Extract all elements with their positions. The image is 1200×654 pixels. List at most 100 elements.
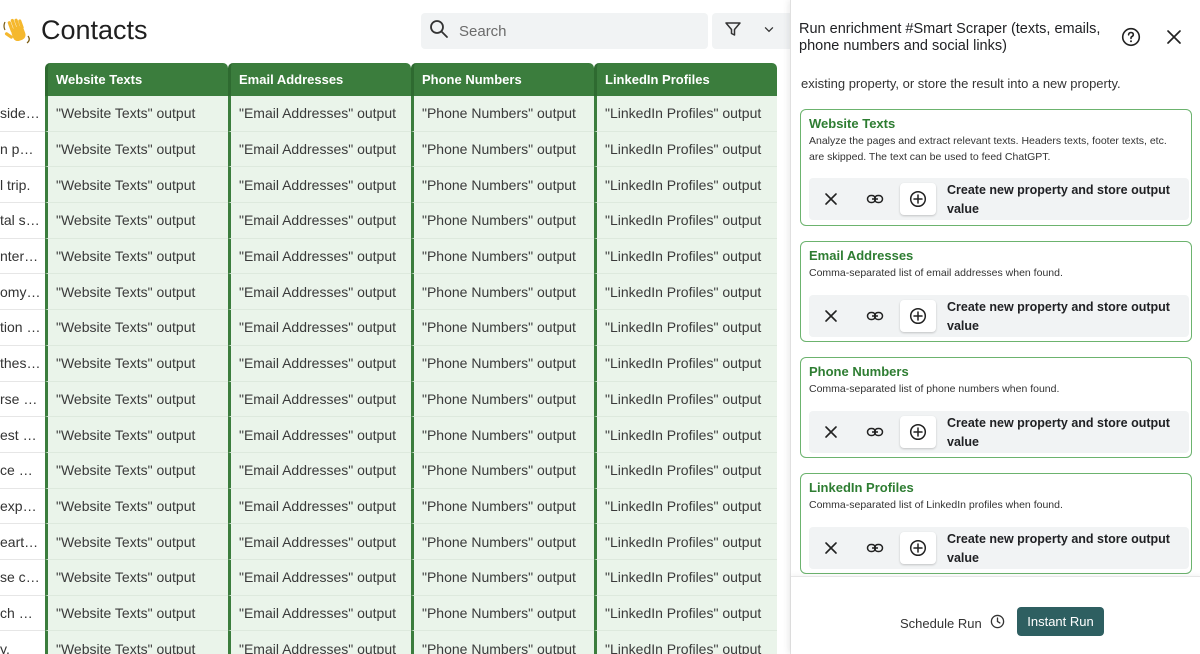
table-row[interactable]: side e…"Website Texts" output"Email Addr… <box>0 96 777 132</box>
output-cell[interactable]: "Email Addresses" output <box>228 381 411 418</box>
chevron-down-icon[interactable] <box>762 22 776 41</box>
row-truncated-cell[interactable]: tion … <box>0 310 45 346</box>
output-cell[interactable]: "Website Texts" output <box>45 310 228 346</box>
row-truncated-cell[interactable]: n par… <box>0 131 45 168</box>
row-truncated-cell[interactable]: thes… <box>0 345 45 382</box>
output-cell[interactable]: "Website Texts" output <box>45 345 228 382</box>
table-row[interactable]: tion … "Website Texts" output "Email Addre… <box>0 310 777 346</box>
output-cell[interactable]: "LinkedIn Profiles" output <box>594 381 777 418</box>
output-cell[interactable]: "Phone Numbers" output <box>411 238 594 275</box>
discard-output-button[interactable] <box>813 183 849 215</box>
output-cell[interactable]: "Phone Numbers" output <box>411 203 594 239</box>
table-row[interactable]: thes… "Website Texts" output "Email Addres… <box>0 345 777 382</box>
output-cell[interactable]: "Email Addresses" output <box>228 452 411 489</box>
output-cell[interactable]: "Website Texts" output <box>45 238 228 275</box>
table-row[interactable]: se ce… "Website Texts" output "Email Addre… <box>0 559 777 596</box>
output-cell[interactable]: "Email Addresses" output <box>228 631 411 654</box>
output-cell[interactable]: "Email Addresses" output <box>228 131 411 168</box>
output-cell[interactable]: "Phone Numbers" output <box>411 631 594 654</box>
create-new-property-button[interactable] <box>900 300 936 332</box>
map-existing-property-button[interactable] <box>857 532 893 564</box>
table-row[interactable]: n par… "Website Texts" output "Email Addre… <box>0 131 777 168</box>
output-cell[interactable]: "Phone Numbers" output <box>411 381 594 418</box>
output-cell[interactable]: "Phone Numbers" output <box>411 274 594 311</box>
output-cell[interactable]: "Website Texts" output <box>45 274 228 311</box>
row-truncated-cell[interactable]: ch m… <box>0 595 45 632</box>
table-row[interactable]: nter j… "Website Texts" output "Email Addr… <box>0 238 777 275</box>
column-header-linkedin-profiles[interactable]: LinkedIn Profiles <box>594 63 777 96</box>
column-header-website-texts[interactable]: Website Texts <box>45 63 228 96</box>
schedule-run-button[interactable]: Schedule Run <box>900 614 1005 632</box>
row-truncated-cell[interactable]: expe… <box>0 488 45 525</box>
instant-run-button[interactable]: Instant Run <box>1017 607 1104 636</box>
table-row[interactable]: eart … "Website Texts" output "Email Addre… <box>0 524 777 560</box>
output-cell[interactable]: "Email Addresses" output <box>228 417 411 453</box>
output-cell[interactable]: "Website Texts" output <box>45 631 228 654</box>
row-truncated-cell[interactable]: l trip. <box>0 167 45 204</box>
row-truncated-cell[interactable]: se ce… <box>0 559 45 596</box>
output-cell[interactable]: "Phone Numbers" output <box>411 345 594 382</box>
output-cell[interactable]: "Phone Numbers" output <box>411 417 594 453</box>
row-truncated-cell[interactable]: eart … <box>0 524 45 560</box>
output-cell[interactable]: "LinkedIn Profiles" output <box>594 417 777 453</box>
discard-output-button[interactable] <box>813 416 849 448</box>
output-cell[interactable]: "Email Addresses" output <box>228 238 411 275</box>
table-row[interactable]: omy … "Website Texts" output "Email Addres… <box>0 274 777 311</box>
search-box[interactable] <box>421 13 708 49</box>
output-cell[interactable]: "Website Texts" output <box>45 203 228 239</box>
discard-output-button[interactable] <box>813 532 849 564</box>
help-icon[interactable] <box>1121 27 1141 47</box>
output-cell[interactable]: "LinkedIn Profiles" output <box>594 167 777 204</box>
map-existing-property-button[interactable] <box>857 300 893 332</box>
table-row[interactable]: tal si… "Website Texts" output "Email Addr… <box>0 203 777 239</box>
discard-output-button[interactable] <box>813 300 849 332</box>
output-cell[interactable]: "Email Addresses" output <box>228 524 411 560</box>
output-cell[interactable]: "Website Texts" output <box>45 559 228 596</box>
output-cell[interactable]: "LinkedIn Profiles" output <box>594 488 777 525</box>
output-cell[interactable]: "LinkedIn Profiles" output <box>594 345 777 382</box>
output-cell[interactable]: "LinkedIn Profiles" output <box>594 238 777 275</box>
output-cell[interactable]: "LinkedIn Profiles" output <box>594 559 777 596</box>
output-cell[interactable]: "Website Texts" output <box>45 524 228 560</box>
row-truncated-cell[interactable]: omy … <box>0 274 45 311</box>
output-cell[interactable]: "LinkedIn Profiles" output <box>594 274 777 311</box>
output-cell[interactable]: "LinkedIn Profiles" output <box>594 595 777 632</box>
output-cell[interactable]: "Email Addresses" output <box>228 96 411 132</box>
column-header-phone-numbers[interactable]: Phone Numbers <box>411 63 594 96</box>
create-new-property-button[interactable] <box>900 183 936 215</box>
output-cell[interactable]: "LinkedIn Profiles" output <box>594 310 777 346</box>
output-cell[interactable]: "Email Addresses" output <box>228 345 411 382</box>
table-row[interactable]: l trip. "Website Texts" output "Email Addr… <box>0 167 777 204</box>
table-row[interactable]: expe… "Website Texts" output "Email Addres… <box>0 488 777 525</box>
output-cell[interactable]: "Website Texts" output <box>45 417 228 453</box>
output-cell[interactable]: "Website Texts" output <box>45 381 228 418</box>
row-truncated-cell[interactable]: ce m… <box>0 452 45 489</box>
output-cell[interactable]: "Website Texts" output <box>45 131 228 168</box>
table-row[interactable]: ce m… "Website Texts" output "Email Addres… <box>0 452 777 489</box>
output-cell[interactable]: "Phone Numbers" output <box>411 559 594 596</box>
output-cell[interactable]: "Email Addresses" output <box>228 559 411 596</box>
output-cell[interactable]: "Website Texts" output <box>45 452 228 489</box>
output-cell[interactable]: "Phone Numbers" output <box>411 96 594 132</box>
output-cell[interactable]: "Phone Numbers" output <box>411 524 594 560</box>
table-row[interactable]: est o… "Website Texts" output "Email Addre… <box>0 417 777 453</box>
output-cell[interactable]: "Phone Numbers" output <box>411 595 594 632</box>
map-existing-property-button[interactable] <box>857 183 893 215</box>
output-cell[interactable]: "LinkedIn Profiles" output <box>594 631 777 654</box>
output-cell[interactable]: "Website Texts" output <box>45 96 228 132</box>
output-cell[interactable]: "Email Addresses" output <box>228 203 411 239</box>
output-cell[interactable]: "Phone Numbers" output <box>411 131 594 168</box>
output-cell[interactable]: "Phone Numbers" output <box>411 488 594 525</box>
filter-button[interactable] <box>712 13 790 49</box>
row-truncated-cell[interactable]: tal si… <box>0 203 45 239</box>
output-cell[interactable]: "Phone Numbers" output <box>411 310 594 346</box>
output-cell[interactable]: "Website Texts" output <box>45 167 228 204</box>
search-input[interactable] <box>459 22 699 40</box>
row-truncated-cell[interactable]: est o… <box>0 417 45 453</box>
table-row[interactable]: y. "Website Texts" output "Email Addresses… <box>0 631 777 654</box>
row-truncated-cell[interactable]: nter j… <box>0 238 45 275</box>
table-row[interactable]: ch m… "Website Texts" output "Email Addres… <box>0 595 777 632</box>
output-cell[interactable]: "LinkedIn Profiles" output <box>594 96 777 132</box>
output-cell[interactable]: "Phone Numbers" output <box>411 167 594 204</box>
output-cell[interactable]: "Email Addresses" output <box>228 488 411 525</box>
